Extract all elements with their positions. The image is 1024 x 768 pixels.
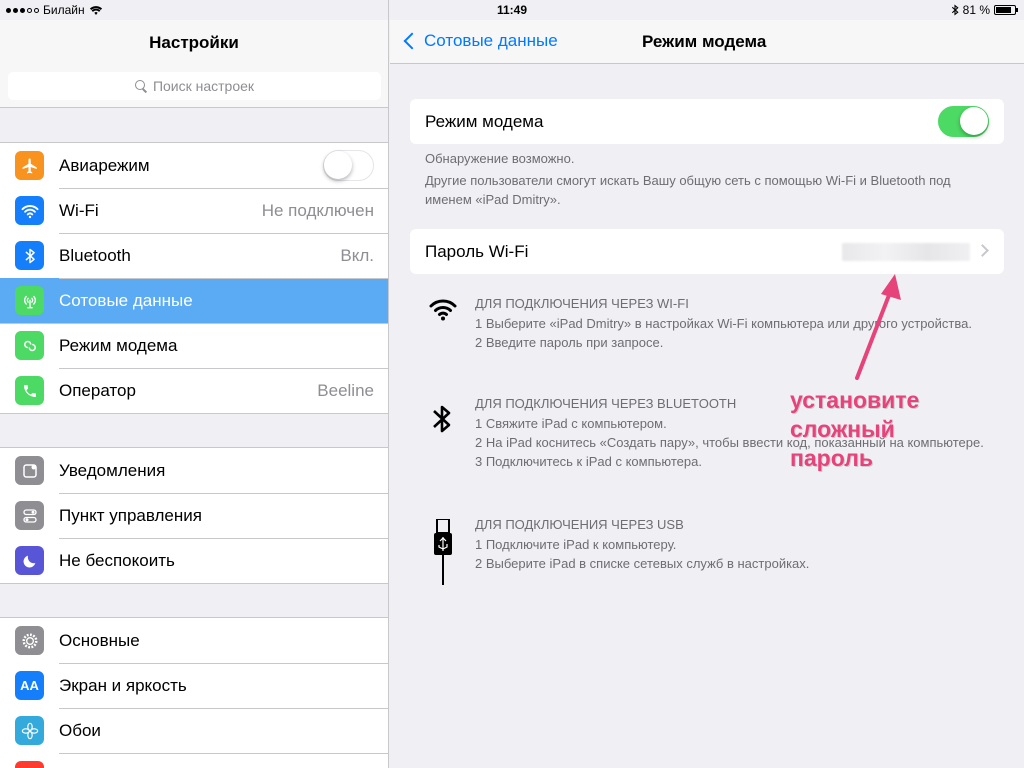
search-bar-container: Поиск настроек xyxy=(0,64,388,108)
sidebar-item-label: Не беспокоить xyxy=(59,550,175,570)
carrier-name: Beeline xyxy=(317,380,374,400)
wifi-password-row[interactable]: Пароль Wi-Fi xyxy=(410,229,1004,274)
wifi-icon xyxy=(428,297,458,326)
search-placeholder: Поиск настроек xyxy=(152,78,255,94)
sidebar-item-label: Режим модема xyxy=(59,335,178,355)
sidebar-item-display[interactable]: AA Экран и яркость xyxy=(0,663,388,708)
back-button[interactable]: Сотовые данные xyxy=(402,31,558,51)
sidebar-item-wifi[interactable]: Wi-Fi Не подключен xyxy=(0,188,388,233)
usb-instructions: ДЛЯ ПОДКЛЮЧЕНИЯ ЧЕРЕЗ USB 1 Подключите i… xyxy=(475,515,995,573)
hotspot-toggle[interactable] xyxy=(938,106,989,137)
wifi-icon xyxy=(15,196,44,225)
sidebar-item-label: Уведомления xyxy=(59,460,166,480)
annotation-line: сложный xyxy=(790,416,895,442)
usb-instructions-heading: ДЛЯ ПОДКЛЮЧЕНИЯ ЧЕРЕЗ USB xyxy=(475,517,684,532)
wifi-status: Не подключен xyxy=(261,200,374,220)
sidebar-item-wallpaper[interactable]: Обои xyxy=(0,708,388,753)
sidebar-item-label: Обои xyxy=(59,720,101,740)
annotation-arrow xyxy=(855,274,901,380)
airplane-toggle[interactable] xyxy=(323,150,374,181)
settings-group-general: Основные AA Экран и яркость Обои xyxy=(0,617,388,768)
chevron-right-icon xyxy=(976,244,989,257)
notifications-icon xyxy=(15,456,44,485)
sidebar-item-hotspot[interactable]: Режим модема xyxy=(0,323,388,368)
sidebar-item-label: Авиарежим xyxy=(59,155,150,175)
bluetooth-icon xyxy=(951,4,959,16)
instruction-step: 1 Выберите «iPad Dmitry» в настройках Wi… xyxy=(475,316,972,331)
wifi-password-label: Пароль Wi-Fi xyxy=(425,241,529,261)
sidebar-item-partial[interactable] xyxy=(0,753,388,768)
status-bar: Билайн 11:49 81 % xyxy=(0,0,1024,20)
battery-icon xyxy=(994,5,1018,15)
clock: 11:49 xyxy=(496,3,528,17)
sidebar-item-cellular[interactable]: Сотовые данные xyxy=(0,278,388,323)
hotspot-detail-pane: Сотовые данные Режим модема Режим модема… xyxy=(390,0,1024,768)
chevron-left-icon xyxy=(403,32,421,50)
bluetooth-icon xyxy=(431,401,453,442)
hotspot-label: Режим модема xyxy=(425,111,544,131)
search-icon xyxy=(134,80,147,92)
wifi-password-value-blurred xyxy=(842,243,970,261)
discovery-detail: Другие пользователи смогут искать Вашу о… xyxy=(425,173,951,207)
airplane-icon xyxy=(15,151,44,180)
annotation-line: установите xyxy=(790,387,920,413)
instruction-step: 2 Выберите iPad в списке сетевых служб в… xyxy=(475,556,810,571)
sounds-icon xyxy=(15,761,44,768)
wifi-instructions: ДЛЯ ПОДКЛЮЧЕНИЯ ЧЕРЕЗ WI-FI 1 Выберите «… xyxy=(475,294,995,352)
hotspot-toggle-row[interactable]: Режим модема xyxy=(410,99,1004,144)
search-input[interactable]: Поиск настроек xyxy=(8,72,381,100)
sidebar-title: Настройки xyxy=(149,33,239,52)
sidebar-item-label: Пункт управления xyxy=(59,505,202,525)
sidebar-item-label: Wi-Fi xyxy=(59,200,99,220)
instruction-step: 2 Введите пароль при запросе. xyxy=(475,335,664,350)
settings-group-notifications: Уведомления Пункт управления Не беспокои… xyxy=(0,447,388,584)
sidebar-item-label: Основные xyxy=(59,630,140,650)
sidebar-item-airplane[interactable]: Авиарежим xyxy=(0,143,388,188)
back-label: Сотовые данные xyxy=(424,31,558,50)
sidebar-item-label: Bluetooth xyxy=(59,245,131,265)
status-right: 81 % xyxy=(951,3,1018,17)
sidebar-item-label: Экран и яркость xyxy=(59,675,187,695)
sidebar-item-label: Сотовые данные xyxy=(59,290,193,310)
sidebar-item-label: Оператор xyxy=(59,380,136,400)
discovery-note: Обнаружение возможно. xyxy=(425,151,575,166)
bluetooth-status: Вкл. xyxy=(340,245,374,265)
display-icon: AA xyxy=(15,671,44,700)
sidebar-item-bluetooth[interactable]: Bluetooth Вкл. xyxy=(0,233,388,278)
detail-header: Сотовые данные Режим модема xyxy=(390,20,1024,64)
bluetooth-icon xyxy=(15,241,44,270)
sidebar-item-do-not-disturb[interactable]: Не беспокоить xyxy=(0,538,388,583)
hotspot-icon xyxy=(15,331,44,360)
usb-icon xyxy=(432,518,454,592)
settings-group-connectivity: Авиарежим Wi-Fi Не подключен Bluetooth В… xyxy=(0,142,388,414)
sidebar-item-notifications[interactable]: Уведомления xyxy=(0,448,388,493)
sidebar-item-carrier[interactable]: Оператор Beeline xyxy=(0,368,388,413)
battery-percent: 81 % xyxy=(962,3,990,17)
wifi-instructions-heading: ДЛЯ ПОДКЛЮЧЕНИЯ ЧЕРЕЗ WI-FI xyxy=(475,296,689,311)
cellular-icon xyxy=(15,286,44,315)
annotation-text: установите сложный пароль xyxy=(790,386,919,473)
annotation-line: пароль xyxy=(790,445,873,471)
sidebar-item-control-center[interactable]: Пункт управления xyxy=(0,493,388,538)
sidebar-item-general[interactable]: Основные xyxy=(0,618,388,663)
control-center-icon xyxy=(15,501,44,530)
settings-sidebar: Настройки Поиск настроек Авиарежим Wi-Fi… xyxy=(0,0,389,768)
gear-icon xyxy=(15,626,44,655)
moon-icon xyxy=(15,546,44,575)
page-title: Режим модема xyxy=(642,32,767,51)
instruction-step: 1 Подключите iPad к компьютеру. xyxy=(475,537,677,552)
wallpaper-icon xyxy=(15,716,44,745)
phone-icon xyxy=(15,376,44,405)
